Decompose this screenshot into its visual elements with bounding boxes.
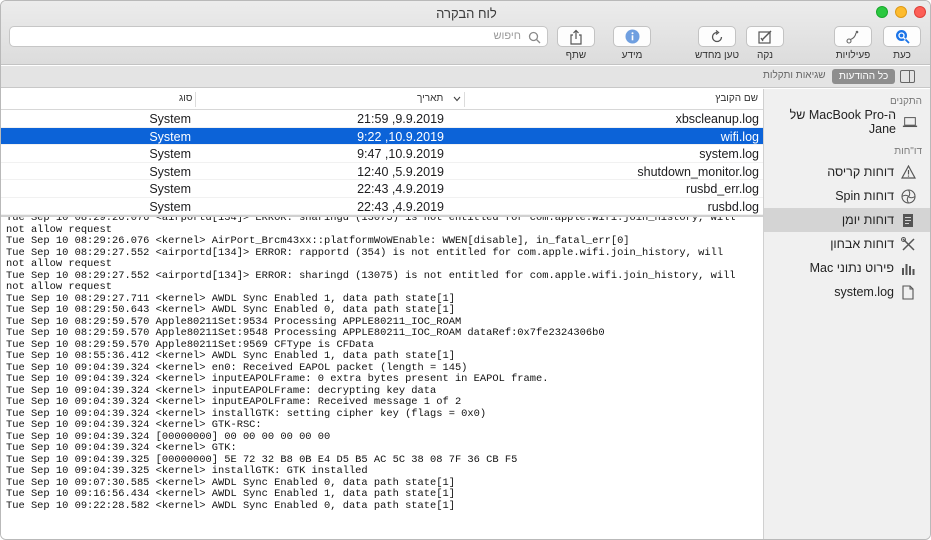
log-line: not allow request <box>6 258 113 270</box>
column-header-date[interactable]: תאריך <box>417 93 443 104</box>
log-line: Tue Sep 10 08:29:50.643 <kernel> AWDL Sy… <box>6 304 455 316</box>
table-row[interactable]: system.log 9:47 ,10.9.2019 System <box>1 145 763 163</box>
log-line: Tue Sep 10 08:55:36.412 <kernel> AWDL Sy… <box>6 350 455 362</box>
log-line: Tue Sep 10 08:29:59.570 Apple80211Set:95… <box>6 327 605 339</box>
info-icon <box>625 29 639 44</box>
search-input[interactable]: חיפוש <box>9 26 548 47</box>
file-type: System <box>149 164 191 179</box>
sidebar-item-label: system.log <box>834 285 894 299</box>
table-row[interactable]: shutdown_monitor.log 12:40 ,5.9.2019 Sys… <box>1 163 763 180</box>
laptop-icon <box>902 114 918 130</box>
log-file-table: xbscleanup.log 21:59 ,9.9.2019 System wi… <box>1 110 763 215</box>
console-window: לוח הבקרה חיפוש שתף מידע טען מחדש נקה פע… <box>0 0 931 540</box>
zoom-button[interactable] <box>876 6 888 18</box>
reload-button[interactable] <box>698 26 736 47</box>
reports-header: דו"חות <box>894 146 922 157</box>
chevron-down-icon[interactable] <box>453 96 461 102</box>
devices-header: התקנים <box>889 96 922 107</box>
clear-button[interactable] <box>746 26 784 47</box>
share-icon <box>570 29 582 45</box>
file-name: shutdown_monitor.log <box>637 164 759 179</box>
log-line: Tue Sep 10 08:29:27.552 <airportd[134]> … <box>6 246 724 259</box>
log-line: Tue Sep 10 09:04:39.324 <kernel> GTK-RSC… <box>6 419 262 431</box>
warning-icon <box>900 164 916 180</box>
window-title: לוח הבקרה <box>436 6 497 21</box>
log-report-icon <box>900 212 916 228</box>
file-name: xbscleanup.log <box>675 112 759 126</box>
sidebar-item-label: דוחות Spin <box>835 189 894 203</box>
log-line: Tue Sep 10 09:22:28.582 <kernel> AWDL Sy… <box>6 499 455 512</box>
log-line: Tue Sep 10 09:04:39.324 <kernel> inputEA… <box>6 373 549 385</box>
filter-all-button[interactable]: כל ההודעות <box>832 69 896 84</box>
log-text: Tue Sep 10 08:29:26.076 <airportd[134]> … <box>6 217 736 512</box>
sidebar-toggle-icon[interactable] <box>900 70 915 83</box>
toolbar: לוח הבקרה חיפוש שתף מידע טען מחדש נקה פע… <box>1 1 930 65</box>
column-divider <box>464 92 465 107</box>
info-label: מידע <box>621 50 643 61</box>
log-line: Tue Sep 10 09:04:39.324 <kernel> GTK: <box>6 442 237 454</box>
sidebar-item-spin-reports[interactable]: דוחות Spin <box>764 184 930 208</box>
sidebar-item-log-reports[interactable]: דוחות יומן <box>764 208 930 232</box>
log-line: Tue Sep 10 08:29:26.076 <kernel> AirPort… <box>6 235 630 247</box>
share-button[interactable] <box>557 26 595 47</box>
sidebar-item-label: פירוט נתוני Mac <box>809 261 894 275</box>
reload-icon <box>711 29 723 42</box>
filter-bar: שגיאות ותקלות כל ההודעות <box>1 66 930 88</box>
now-icon <box>895 30 910 44</box>
sidebar-item-label: דוחות אבחון <box>830 237 894 251</box>
sidebar-item-label: דוחות יומן <box>841 213 894 227</box>
table-header: שם הקובץ תאריך סוג <box>1 89 763 110</box>
activities-button[interactable] <box>834 26 872 47</box>
table-row[interactable]: rusbd.log 22:43 ,4.9.2019 System <box>1 198 763 215</box>
sidebar-item-crash-reports[interactable]: דוחות קריסה <box>764 160 930 184</box>
log-line: Tue Sep 10 09:04:39.325 <kernel> install… <box>6 465 368 477</box>
log-line: not allow request <box>6 281 113 293</box>
log-line: Tue Sep 10 09:16:56.434 <kernel> AWDL Sy… <box>6 488 455 500</box>
table-row[interactable]: xbscleanup.log 21:59 ,9.9.2019 System <box>1 110 763 128</box>
search-icon <box>528 31 541 44</box>
search-placeholder: חיפוש <box>493 30 521 42</box>
sidebar-item-mac-analytics[interactable]: פירוט נתוני Mac <box>764 256 930 280</box>
log-line: Tue Sep 10 08:29:26.076 <airportd[134]> … <box>6 217 736 224</box>
tools-icon <box>900 236 916 252</box>
column-header-name[interactable]: שם הקובץ <box>715 93 758 104</box>
file-type: System <box>149 199 191 214</box>
bar-chart-icon <box>900 260 916 276</box>
info-button[interactable] <box>613 26 651 47</box>
clear-icon <box>758 30 772 44</box>
file-name: system.log <box>699 147 759 161</box>
table-row[interactable]: wifi.log 9:22 ,10.9.2019 System <box>1 127 763 145</box>
clear-label: נקה <box>757 50 773 61</box>
now-button[interactable] <box>883 26 921 47</box>
column-divider <box>195 92 196 107</box>
log-line: Tue Sep 10 08:29:27.552 <airportd[134]> … <box>6 269 736 282</box>
document-icon <box>900 284 916 300</box>
file-name: wifi.log <box>720 129 759 144</box>
sidebar-item-diagnostic-reports[interactable]: דוחות אבחון <box>764 232 930 256</box>
file-type: System <box>149 112 191 126</box>
device-label: ה-MacBook Pro של Jane <box>789 108 896 136</box>
column-header-type[interactable]: סוג <box>179 93 192 104</box>
file-type: System <box>149 182 191 196</box>
sidebar-item-system-log[interactable]: system.log <box>764 280 930 304</box>
spin-icon <box>900 188 916 204</box>
now-label: כעת <box>893 50 911 61</box>
sidebar: התקנים ה-MacBook Pro של Jane דו"חות דוחו… <box>763 89 930 539</box>
file-type: System <box>149 129 191 144</box>
minimize-button[interactable] <box>895 6 907 18</box>
sidebar-item-label: דוחות קריסה <box>827 165 894 179</box>
file-name: rusbd_err.log <box>686 182 759 196</box>
filter-errors-button[interactable]: שגיאות ותקלות <box>763 70 826 81</box>
table-row[interactable]: rusbd_err.log 22:43 ,4.9.2019 System <box>1 180 763 198</box>
file-name: rusbd.log <box>707 199 759 214</box>
activities-icon <box>845 30 858 44</box>
file-type: System <box>149 147 191 161</box>
close-button[interactable] <box>914 6 926 18</box>
log-content[interactable]: Tue Sep 10 08:29:26.076 <airportd[134]> … <box>1 217 763 539</box>
sidebar-item-device[interactable]: ה-MacBook Pro של Jane <box>764 108 930 136</box>
log-line: Tue Sep 10 09:04:39.324 <kernel> inputEA… <box>6 396 462 408</box>
